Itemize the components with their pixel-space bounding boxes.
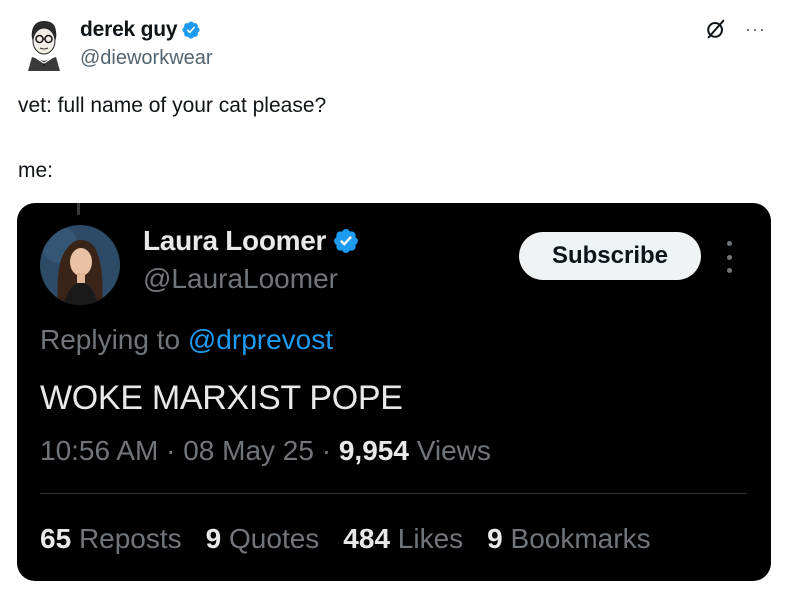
stat-label: Likes: [397, 523, 464, 554]
author-handle[interactable]: @dieworkwear: [80, 47, 213, 70]
verified-badge-icon: [334, 229, 359, 253]
replying-handle: @drprevost: [187, 324, 334, 355]
engagement-stats: 65 Reposts 9 Quotes 484 Likes 9 Bookmark…: [40, 523, 675, 555]
embedded-handle: @LauraLoomer: [143, 263, 338, 294]
replying-prefix: Replying to: [40, 324, 181, 355]
grok-icon[interactable]: [705, 18, 727, 40]
tweet-actions: ···: [705, 18, 766, 40]
divider: [40, 493, 747, 494]
stat-count: 9: [205, 523, 222, 554]
more-dots-icon[interactable]: ···: [745, 20, 766, 38]
tweet-meta: 10:56 AM · 08 May 25 · 9,954 Views: [40, 435, 491, 467]
stat-count: 484: [343, 523, 391, 554]
avatar[interactable]: [22, 17, 66, 71]
image-artifact: [77, 203, 80, 215]
stat-quotes: 9 Quotes: [206, 523, 320, 555]
tweet-time: 10:56 AM: [40, 435, 159, 466]
subscribe-button: Subscribe: [519, 232, 701, 280]
stat-bookmarks: 9 Bookmarks: [487, 523, 650, 555]
more-vertical-icon: [725, 241, 733, 273]
outer-tweet-header: derek guy @dieworkwear ···: [22, 14, 766, 74]
stat-count: 9: [487, 523, 503, 554]
verified-badge-icon: [182, 21, 200, 39]
tweet-text-line-2: me:: [18, 159, 54, 182]
embedded-display-name: Laura Loomer: [143, 225, 327, 256]
author-display-name[interactable]: derek guy: [80, 18, 178, 42]
embedded-tweet-text: WOKE MARXIST POPE: [40, 379, 403, 417]
stat-label: Bookmarks: [510, 523, 651, 554]
embedded-avatar: [40, 225, 120, 305]
stat-label: Reposts: [78, 523, 182, 554]
views-label: Views: [416, 435, 491, 466]
stat-reposts: 65 Reposts: [40, 523, 182, 555]
stat-count: 65: [40, 523, 72, 554]
tweet-date: 08 May 25: [183, 435, 314, 466]
stat-likes: 484 Likes: [343, 523, 463, 555]
tweet-text-line-1: vet: full name of your cat please?: [18, 94, 327, 117]
author-name-row: derek guy: [80, 18, 201, 42]
views-count: 9,954: [338, 435, 409, 466]
embedded-name-row: Laura Loomer: [143, 225, 360, 257]
replying-to: Replying to @drprevost: [40, 324, 333, 356]
meta-separator: ·: [321, 435, 339, 466]
embedded-tweet-image[interactable]: Laura Loomer @LauraLoomer Subscribe Repl…: [17, 203, 771, 581]
meta-separator: ·: [166, 435, 184, 466]
stat-label: Quotes: [229, 523, 320, 554]
